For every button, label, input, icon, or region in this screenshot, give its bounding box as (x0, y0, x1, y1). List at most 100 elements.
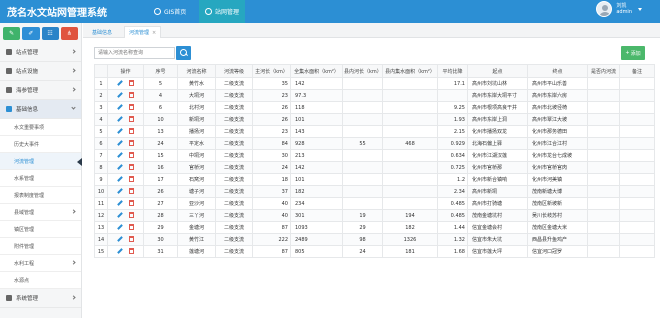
edit-icon[interactable] (117, 116, 123, 123)
delete-icon[interactable] (129, 212, 134, 219)
sitemap-icon[interactable]: ☷ (41, 27, 59, 40)
edit-icon[interactable] (117, 248, 123, 255)
sidebar-sub-label: 水利工程 (14, 260, 35, 267)
sidebar-item-station[interactable]: 站点管理 (0, 43, 81, 62)
table-cell (342, 113, 383, 126)
table-row[interactable]: 7 15 中垌河 二级支流 30 213 0.634 化州市江湖汉莲 化州市龙台七成坡 (94, 149, 655, 162)
delete-icon[interactable] (129, 188, 134, 195)
column-header[interactable]: 平均比降 (437, 64, 468, 78)
delete-icon[interactable] (129, 152, 134, 159)
column-header[interactable]: 县内河长（km） (342, 64, 383, 78)
delete-icon[interactable] (129, 164, 134, 171)
tab-home[interactable]: 基础信息 (88, 26, 116, 38)
edit-icon[interactable] (117, 140, 123, 147)
edit-icon[interactable] (117, 236, 123, 243)
sidebar-sub-attachment[interactable]: 附件管理 (0, 238, 81, 255)
table-row[interactable]: 13 29 金塘河 二级支流 87 1093 29 182 1.44 信宜金塘会村 茂南区金塘大米 (94, 221, 655, 234)
edit-icon[interactable] (117, 212, 123, 219)
table-cell: 2.15 (437, 125, 468, 138)
nav-tab-station[interactable]: 站网管理 (199, 0, 246, 23)
edit-icon[interactable] (117, 104, 123, 111)
table-row[interactable]: 4 10 新垌河 二级支流 26 101 1.93 高州市东岸上洞 高州市覃江大坡 (94, 113, 655, 126)
edit-icon[interactable] (117, 200, 123, 207)
column-header[interactable]: 县内集水面积（km²） (382, 64, 438, 78)
column-header[interactable]: 主河长（km） (252, 64, 291, 78)
table-cell: 二级支流 (215, 173, 253, 186)
table-cell: 9.25 (437, 101, 468, 114)
table-cell: 27 (143, 197, 178, 210)
sidebar-item-system[interactable]: 系统管理 (0, 289, 81, 308)
delete-icon[interactable] (129, 236, 134, 243)
table-row[interactable]: 3 6 北村河 二级支流 26 118 9.25 高州市根项高良干井 高州市北坡径椅 (94, 101, 655, 114)
delete-icon[interactable] (129, 248, 134, 255)
sidebar-sub-important[interactable]: 水文重要事项 (0, 119, 81, 136)
table-cell: 二级支流 (215, 113, 253, 126)
table-row[interactable]: 2 4 大垌河 二级支流 23 97.3 高州市东岸大垌平寸 高州市东岸六房 (94, 89, 655, 102)
sidebar-sub-water-system[interactable]: 水系管理 (0, 170, 81, 187)
table-row[interactable]: 12 28 三丫河 二级支流 40 301 19 194 0.485 茂南金塘坑村 吴川长岐苏村 (94, 209, 655, 222)
sidebar-item-facility[interactable]: 站点设施 (0, 62, 81, 81)
sidebar-sub-county[interactable]: 县域管理 (0, 204, 81, 221)
table-cell (342, 173, 383, 186)
column-header[interactable]: 河流等级 (215, 64, 253, 78)
column-header[interactable]: 河流名称 (177, 64, 216, 78)
sidebar-sub-source[interactable]: 水源点 (0, 272, 81, 289)
column-header[interactable]: 起点 (467, 64, 528, 78)
row-actions (107, 125, 144, 138)
edit-icon[interactable]: ✎ (3, 27, 21, 40)
share-icon[interactable]: ⋔ (60, 27, 78, 40)
edit-icon[interactable] (117, 128, 123, 135)
edit-icon[interactable] (117, 80, 123, 87)
table-cell: 信宜河口冠罗 (527, 245, 588, 258)
pencil-icon[interactable]: ✐ (22, 27, 40, 40)
table-row[interactable]: 14 30 黄竹江 二级支流 222 2489 98 1326 1.32 信宜市朱大坑 西昌县升鱼鸡… (94, 233, 655, 246)
table-row[interactable]: 5 13 播扬河 二级支流 23 143 2.15 化州市播扬双龙 化州市那务德田 (94, 125, 655, 138)
delete-icon[interactable] (129, 92, 134, 99)
edit-icon[interactable] (117, 224, 123, 231)
edit-icon[interactable] (117, 176, 123, 183)
table-row[interactable]: 10 26 塘子河 二级支流 37 182 2.34 高州市新垌 茂南新塘大博 (94, 185, 655, 198)
table-cell: 二级支流 (215, 89, 253, 102)
search-button[interactable] (176, 46, 191, 60)
table-row[interactable]: 15 31 莲塘河 二级支流 87 805 24 181 1.68 信宜市莲大坪 信宜河口冠罗 (94, 245, 655, 258)
column-header[interactable]: 备注 (619, 64, 655, 78)
delete-icon[interactable] (129, 128, 134, 135)
edit-icon[interactable] (117, 164, 123, 171)
table-row[interactable]: 8 16 官桥河 二级支流 24 142 0.725 化州市官桥那 化州市官桥官肉 (94, 161, 655, 174)
sidebar-sub-town[interactable]: 镇区管理 (0, 221, 81, 238)
nav-tab-gis[interactable]: GIS首页 (148, 0, 192, 23)
table-row[interactable]: 9 17 石窝河 二级支流 18 101 1.2 化州市新合镇响 化州市河美镇 (94, 173, 655, 186)
close-icon[interactable]: × (152, 30, 156, 36)
delete-icon[interactable] (129, 176, 134, 183)
delete-icon[interactable] (129, 224, 134, 231)
table-row[interactable]: 11 27 亚沙河 二级支流 40 234 0.485 高州市打骑塘 茂南区新坡新 (94, 197, 655, 210)
search-input[interactable] (94, 47, 175, 59)
delete-icon[interactable] (129, 200, 134, 207)
table-row[interactable]: 6 24 平定水 二级支流 84 928 55 468 0.929 北海石偏上驿 化州市江合江村 (94, 137, 655, 150)
edit-icon[interactable] (117, 152, 123, 159)
delete-icon[interactable] (129, 80, 134, 87)
column-header[interactable]: 全集水面积（km²） (290, 64, 343, 78)
user-role: admin (616, 9, 632, 15)
delete-icon[interactable] (129, 140, 134, 147)
sidebar-sub-history[interactable]: 历史大事件 (0, 136, 81, 153)
sidebar-sub-river[interactable]: 河流管理 (0, 153, 82, 170)
user-menu[interactable]: 刘凯 admin (596, 1, 642, 17)
delete-icon[interactable] (129, 116, 134, 123)
table-cell: 茂南区金塘大米 (527, 221, 588, 234)
table-cell (619, 149, 655, 162)
sidebar-sub-project[interactable]: 水利工程 (0, 255, 81, 272)
column-header[interactable]: 序号 (143, 64, 178, 78)
add-button[interactable]: + 添加 (621, 46, 645, 60)
edit-icon[interactable] (117, 188, 123, 195)
tab-river[interactable]: 河流管理 × (124, 26, 162, 38)
sidebar-item-basic-info[interactable]: 基础信息 (0, 100, 81, 119)
column-header[interactable]: 是否内河流 (587, 64, 620, 78)
sidebar-sub-report[interactable]: 报表制度管理 (0, 187, 81, 204)
table-cell: 1.93 (437, 113, 468, 126)
sidebar-item-haishen[interactable]: 海参管理 (0, 81, 81, 100)
column-header[interactable]: 终点 (527, 64, 588, 78)
edit-icon[interactable] (117, 92, 123, 99)
delete-icon[interactable] (129, 104, 134, 111)
table-row[interactable]: 1 5 黄竹水 二级支流 35 142 17.1 高州市刘坑山林 高州市平山乐善 (94, 77, 655, 90)
